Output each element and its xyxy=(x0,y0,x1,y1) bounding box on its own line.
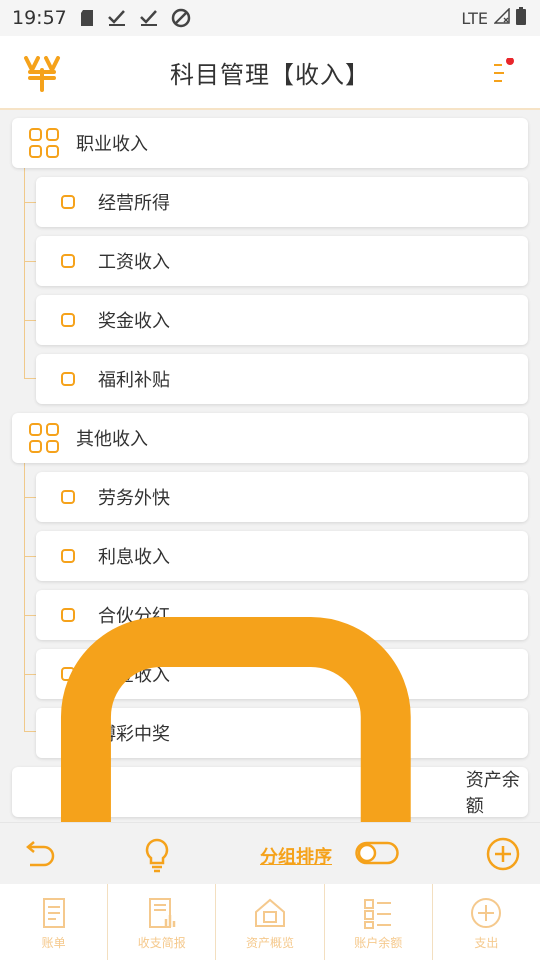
tab-bill[interactable]: 账单 xyxy=(0,884,109,960)
check-download-icon xyxy=(139,9,159,27)
subject-label: 资产余额 xyxy=(465,770,520,817)
subject-label: 奖金收入 xyxy=(98,311,170,332)
battery-icon xyxy=(516,7,526,29)
toggle-switch[interactable] xyxy=(355,841,401,871)
tab-label: 支出 xyxy=(474,936,499,950)
item-square-icon xyxy=(61,195,75,209)
check-download-icon xyxy=(107,9,127,27)
page-title: 科目管理【收入】 xyxy=(170,60,370,89)
yuan-logo-icon[interactable] xyxy=(22,56,62,92)
subject-label: 经营所得 xyxy=(98,193,170,214)
add-circle-icon[interactable] xyxy=(486,837,520,875)
subject-item[interactable]: 经营所得 xyxy=(36,177,528,227)
bill-icon xyxy=(42,898,65,928)
subject-item[interactable]: 劳务外快 xyxy=(36,472,528,522)
category-group[interactable]: 职业收入 xyxy=(12,118,528,168)
grid-icon xyxy=(29,128,59,158)
item-square-icon xyxy=(61,372,75,386)
tab-assets[interactable]: 资产概览 xyxy=(216,884,325,960)
action-toolbar: 分组排序 xyxy=(0,822,540,885)
app-header: 科目管理【收入】 xyxy=(0,36,540,110)
assets-icon xyxy=(255,898,285,927)
category-label: 其他收入 xyxy=(76,429,148,450)
tab-account[interactable]: 账户余额 xyxy=(325,884,433,960)
group-sort-link[interactable]: 分组排序 xyxy=(260,843,332,869)
account-icon xyxy=(364,899,392,929)
item-square-icon xyxy=(61,254,75,268)
lightbulb-icon[interactable] xyxy=(142,837,172,877)
status-time: 19:57 xyxy=(12,7,67,29)
plus-circle-icon xyxy=(471,898,502,928)
tab-report[interactable]: 收支简报 xyxy=(108,884,217,960)
tab-label: 账户余额 xyxy=(354,936,403,950)
item-square-icon xyxy=(61,313,75,327)
subject-item[interactable]: 福利补贴 xyxy=(36,354,528,404)
tab-label: 收支简报 xyxy=(137,936,186,950)
item-square-icon xyxy=(61,549,75,563)
category-label: 职业收入 xyxy=(76,134,148,155)
subject-list: 职业收入 经营所得 工资收入 奖金收入 福利补贴 其他收入 劳务外快 利息收入 … xyxy=(0,110,540,822)
signal-icon xyxy=(493,7,510,28)
tab-label: 账单 xyxy=(41,936,66,950)
status-bar: 19:57 LTE xyxy=(0,0,540,36)
subject-item-standalone[interactable]: 资产余额 xyxy=(12,617,528,822)
bottom-tab-bar: 账单 收支简报 资产概览 账户余额 支出 xyxy=(0,884,540,960)
item-square-icon xyxy=(61,490,75,504)
data-saver-icon xyxy=(171,8,191,28)
category-group[interactable]: 其他收入 xyxy=(12,413,528,463)
report-icon xyxy=(148,898,176,928)
tab-label: 资产概览 xyxy=(246,936,295,950)
subject-label: 劳务外快 xyxy=(98,488,170,509)
tree-line xyxy=(24,463,25,731)
subject-label: 工资收入 xyxy=(98,252,170,273)
back-icon[interactable] xyxy=(20,837,56,877)
subject-label: 福利补贴 xyxy=(98,370,170,391)
network-type: LTE xyxy=(461,8,488,28)
subject-item[interactable]: 奖金收入 xyxy=(36,295,528,345)
grid-icon xyxy=(29,423,59,453)
sd-card-icon xyxy=(79,9,95,27)
tab-expense[interactable]: 支出 xyxy=(433,884,540,960)
subject-item[interactable]: 利息收入 xyxy=(36,531,528,581)
subject-label: 利息收入 xyxy=(98,547,170,568)
subject-item[interactable]: 工资收入 xyxy=(36,236,528,286)
tree-line xyxy=(24,168,25,378)
item-square-icon xyxy=(61,617,411,822)
menu-icon[interactable] xyxy=(488,57,518,88)
